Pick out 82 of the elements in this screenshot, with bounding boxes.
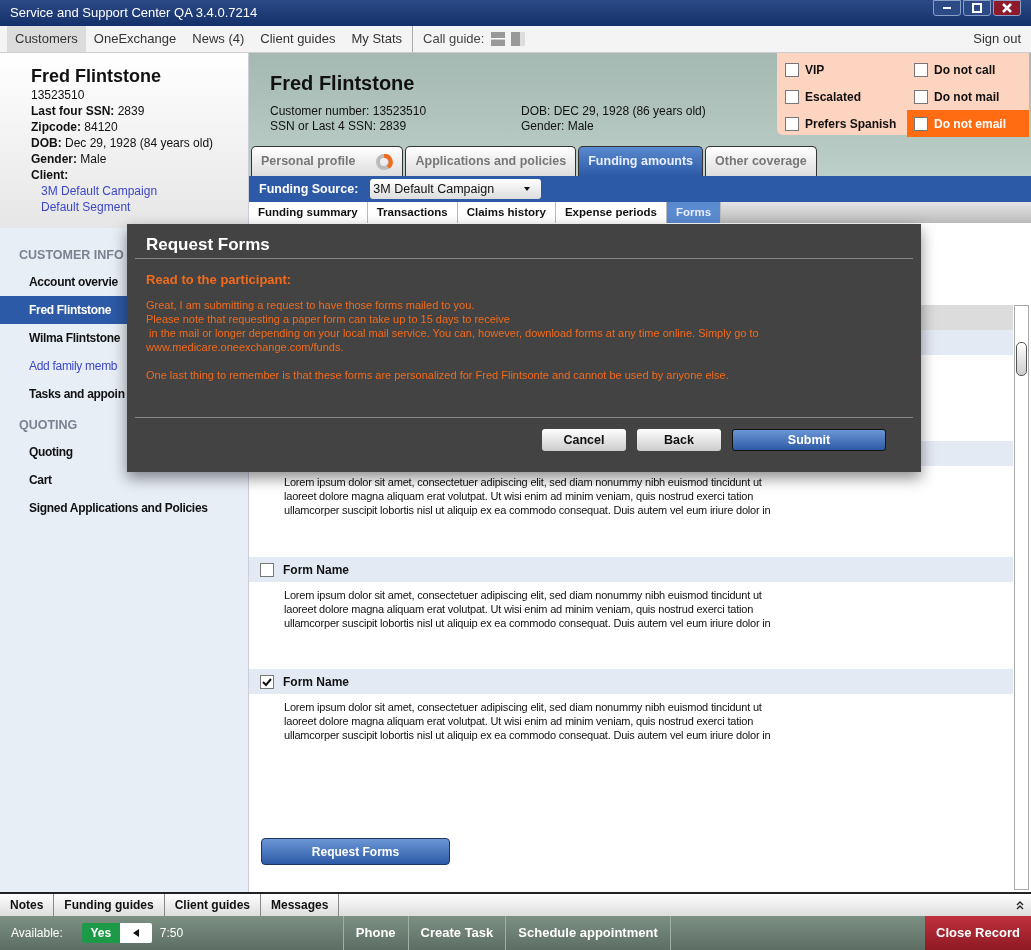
client-link[interactable]: 3M Default Campaign [31,183,158,199]
flag-label: Do not mail [934,88,1000,106]
request-forms-button[interactable]: Request Forms [261,838,450,865]
tab[interactable]: Personal profile [251,146,404,176]
dialog-text: One last thing to remember is that these forms are personalized for Fred Flintsonte and cannot be used by anyone else. [146,368,730,382]
customer-field: Last four SSN: 2839 [31,103,248,119]
form-description: Lorem ipsum dolor sit amet, consectetuer adipiscing elit, sed diam nonummy nibh euismod tincidunt ut laoreet dolore magna aliquam erat volutpat. Ut wisi enim ad minim veniam, quis nostrud exerci tation ullamcorper suscipit lobortis nisl ut aliquip ex ea commodo consequat. Duis autem vel eum iriure dolor in [283,475,772,518]
action-button[interactable]: Create Task [407,916,506,950]
funding-source-dropdown[interactable]: 3M Default Campaign [370,179,542,199]
sign-out-link[interactable]: Sign out [973,29,1021,49]
action-button[interactable]: Schedule appointment [505,916,670,950]
tab[interactable]: Funding amounts [578,146,704,176]
checkbox[interactable] [785,116,799,131]
client-link[interactable]: Default Segment [31,199,131,215]
customer-field: DOB: Dec 29, 1928 (84 years old) [31,135,248,151]
checkbox[interactable] [914,62,928,77]
customer-field: Zipcode: 84120 [31,119,248,135]
call-guide-label: Call guide: [423,30,485,49]
nav-tab[interactable]: News (4) [184,26,253,52]
customer-name: Fred Flintstone [31,65,162,87]
checkbox[interactable] [914,89,928,104]
form-name: Form Name [283,673,350,691]
checkbox[interactable] [785,89,799,104]
sidebar-item[interactable]: Signed Applications and Policies [0,494,248,522]
dialog-title: Request Forms [145,234,271,256]
header-field: Gender: Male [521,119,706,134]
sidebar-item[interactable]: Tasks and appoin [0,380,248,408]
available-label: Available: [11,925,63,942]
customer-number: 13523510 [31,87,86,103]
checkbox[interactable] [260,674,274,689]
dialog-button[interactable]: Back [637,429,721,451]
header-field: SSN or Last 4 SSN: 2839 [270,119,427,134]
customer-field: Client: [31,167,248,183]
action-button[interactable]: Phone [342,916,408,950]
form-name: Form Name [283,561,350,579]
checkbox[interactable] [914,116,928,131]
sub-tab[interactable]: Transactions [367,202,458,223]
progress-ring-icon [375,152,394,171]
sub-tab[interactable]: Funding summary [249,202,368,223]
section-heading: CUSTOMER INFO [18,247,125,264]
flag-label: Do not call [934,61,996,79]
horizontal-split-icon[interactable] [490,31,507,47]
checkbox[interactable] [785,62,799,77]
nav-tab[interactable]: Client guides [252,26,344,52]
flag-label: Escalated [805,88,862,106]
minimize-icon [943,7,951,9]
expand-icon[interactable] [1015,900,1025,910]
scroll-thumb[interactable] [1016,342,1027,376]
sidebar-item[interactable]: Quoting [0,438,248,466]
flag-label: Do not email [934,115,1006,133]
timer-text: 7:50 [159,925,185,942]
scrollbar[interactable] [1014,305,1029,890]
minimize-button[interactable] [933,0,961,16]
dialog-button[interactable]: Submit [732,429,886,451]
flag-label: VIP [805,61,825,79]
dialog-heading: Read to the participant: [146,273,293,287]
section-heading: QUOTING [18,417,79,434]
form-description: Lorem ipsum dolor sit amet, consectetuer adipiscing elit, sed diam nonummy nibh euismod tincidunt ut laoreet dolore magna aliquam erat volutpat. Ut wisi enim ad minim veniam, quis nostrud exerci tation ullamcorper suscipit lobortis nisl ut aliquip ex ea commodo consequat. Duis autem vel eum iriure dolor in [283,700,772,743]
header-name: Fred Flintstone [270,71,415,96]
dialog-button[interactable]: Cancel [542,429,626,451]
tab[interactable]: Applications and policies [405,146,577,176]
form-description: Lorem ipsum dolor sit amet, consectetuer adipiscing elit, sed diam nonummy nibh euismod tincidunt ut laoreet dolore magna aliquam erat volutpat. Ut wisi enim ad minim veniam, quis nostrud exerci tation ullamcorper suscipit lobortis nisl ut aliquip ex ea commodo consequat. Duis autem vel eum iriure dolor in [283,588,772,631]
customer-field: Gender: Male [31,151,248,167]
nav-tab[interactable]: Customers [7,26,86,52]
header-field: DOB: DEC 29, 1928 (86 years old) [521,104,706,119]
sub-tab[interactable]: Claims history [457,202,556,223]
close-button[interactable] [993,0,1021,16]
sidebar-item[interactable]: Cart [0,466,248,494]
nav-tab[interactable]: OneExchange [85,26,185,52]
vertical-split-icon[interactable] [510,31,527,47]
header-field: Customer number: 13523510 [270,104,427,119]
window-title: Service and Support Center QA 3.4.0.7214 [10,4,258,23]
maximize-icon [972,3,982,13]
nav-tab[interactable]: My Stats [343,26,410,52]
close-icon [1002,3,1012,13]
maximize-button[interactable] [963,0,991,16]
tab[interactable]: Other coverage [705,146,817,176]
sub-tab[interactable]: Expense periods [555,202,667,223]
flag-label: Prefers Spanish [805,115,897,133]
checkbox[interactable] [260,562,274,577]
close-record-button[interactable]: Close Record [925,916,1031,950]
funding-source-label: Funding Source: [259,180,359,198]
